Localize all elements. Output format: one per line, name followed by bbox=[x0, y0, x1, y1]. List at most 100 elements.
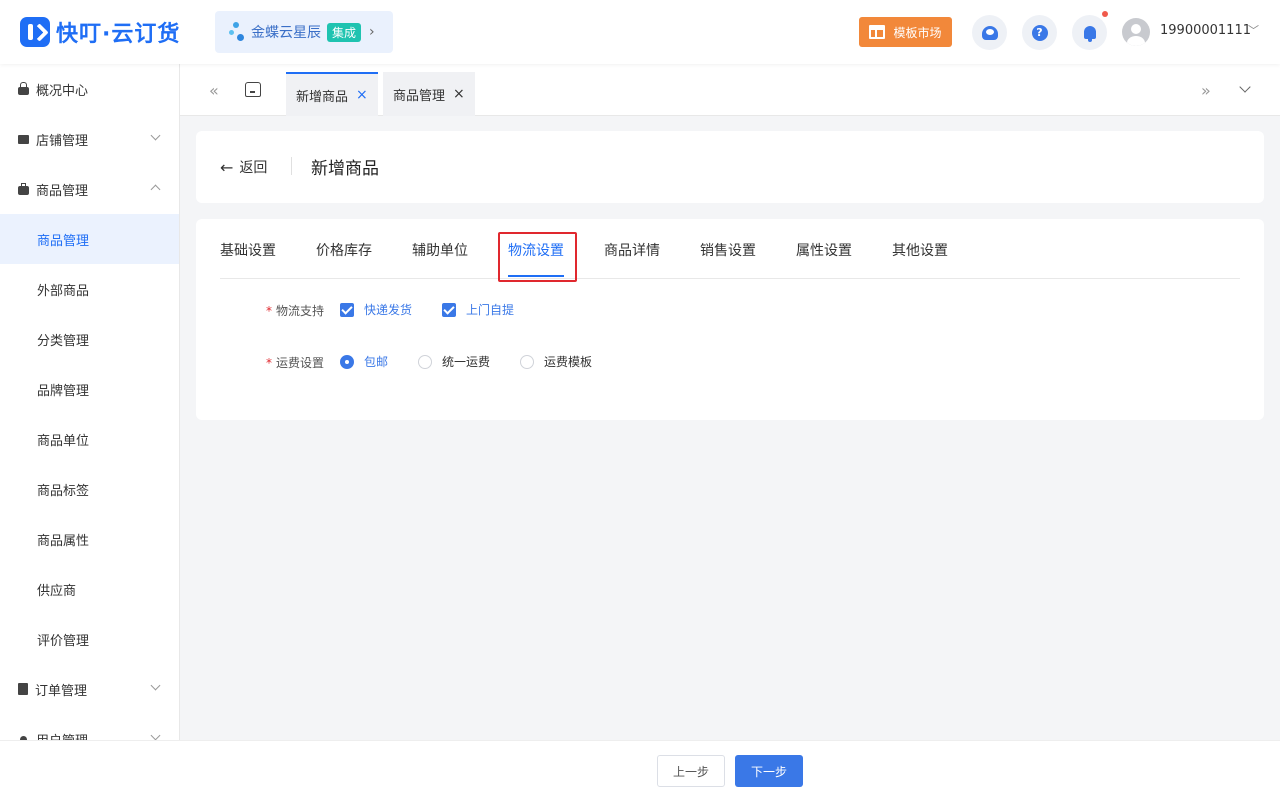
user-phone[interactable]: 19900001111 bbox=[1160, 23, 1251, 38]
bell-icon bbox=[1083, 26, 1096, 42]
tab-new-product[interactable]: 新增商品 × bbox=[286, 72, 378, 116]
chevron-down-icon[interactable]: ﹀ bbox=[1248, 22, 1259, 38]
page-header-card: ← 返回 新增商品 bbox=[196, 131, 1264, 203]
sidebar-item-product-management[interactable]: 商品管理 bbox=[0, 214, 179, 264]
radio-unselected-icon bbox=[520, 354, 534, 369]
chevron-down-icon bbox=[150, 130, 161, 141]
kingdee-integration-button[interactable]: 金蝶云星辰 集成 › bbox=[215, 11, 393, 53]
flat-rate-label: 统一运费 bbox=[442, 355, 491, 369]
tab-basic-settings[interactable]: 基础设置 bbox=[220, 240, 276, 260]
checkbox-checked-icon bbox=[340, 302, 354, 317]
tab-label: 商品管理 bbox=[393, 88, 446, 104]
store-icon bbox=[18, 134, 29, 144]
sidebar-item-label: 店铺管理 bbox=[36, 133, 89, 149]
sidebar-item-label: 商品管理 bbox=[36, 183, 89, 199]
tab-attribute-settings[interactable]: 属性设置 bbox=[796, 240, 852, 260]
sidebar-item-label: 商品属性 bbox=[37, 533, 90, 549]
home-icon[interactable] bbox=[245, 82, 261, 97]
logo-icon bbox=[20, 17, 50, 47]
notifications-button[interactable] bbox=[1072, 15, 1107, 50]
form-card: 基础设置 价格库存 辅助单位 物流设置 商品详情 销售设置 属性设置 其他设置 … bbox=[196, 219, 1264, 420]
sidebar-item-store[interactable]: 店铺管理 bbox=[0, 114, 179, 164]
sidebar-item-users[interactable]: 用户管理 bbox=[0, 714, 179, 740]
sidebar-item-label: 商品标签 bbox=[37, 483, 90, 499]
chevron-right-icon: › bbox=[369, 24, 375, 40]
sidebar-item-label: 外部商品 bbox=[37, 283, 90, 299]
lock-icon bbox=[18, 81, 29, 95]
arrow-left-icon: ← bbox=[220, 157, 234, 177]
logistics-support-label: * 物流支持 bbox=[265, 304, 324, 318]
sidebar: 概况中心 店铺管理 商品管理 商品管理 外部商品 分类管理 品牌管理 商品单位 … bbox=[0, 64, 180, 740]
sidebar-item-label: 概况中心 bbox=[36, 83, 89, 99]
tab-price-stock[interactable]: 价格库存 bbox=[316, 240, 372, 260]
notification-dot bbox=[1102, 11, 1108, 17]
sidebar-item-label: 订单管理 bbox=[35, 683, 88, 699]
tab-other-settings[interactable]: 其他设置 bbox=[892, 240, 948, 260]
shipping-template-label: 运费模板 bbox=[544, 355, 593, 369]
close-icon[interactable]: × bbox=[453, 86, 465, 102]
radio-unselected-icon bbox=[418, 354, 432, 369]
template-market-label: 模板市场 bbox=[893, 25, 942, 40]
tab-aux-units[interactable]: 辅助单位 bbox=[412, 240, 468, 260]
sidebar-item-tags[interactable]: 商品标签 bbox=[0, 464, 179, 514]
clipboard-icon bbox=[18, 683, 28, 695]
flat-rate-radio[interactable]: 统一运费 bbox=[418, 353, 490, 370]
sidebar-item-label: 商品单位 bbox=[37, 433, 90, 449]
checkbox-checked-icon bbox=[442, 302, 456, 317]
express-delivery-checkbox[interactable]: 快递发货 bbox=[340, 301, 412, 318]
sidebar-item-label: 用户管理 bbox=[36, 730, 88, 741]
avatar[interactable] bbox=[1122, 18, 1150, 46]
express-delivery-label: 快递发货 bbox=[364, 303, 413, 317]
back-label: 返回 bbox=[239, 160, 268, 176]
sidebar-item-attributes[interactable]: 商品属性 bbox=[0, 514, 179, 564]
top-header: 快叮·云订货 金蝶云星辰 集成 › 模板市场 ? 19900001111 ﹀ bbox=[0, 0, 1280, 64]
sidebar-item-overview[interactable]: 概况中心 bbox=[0, 64, 179, 114]
page-tabs-bar: « 新增商品 × 商品管理 × » bbox=[180, 64, 1280, 116]
free-shipping-radio[interactable]: 包邮 bbox=[340, 353, 388, 370]
previous-step-button[interactable]: 上一步 bbox=[657, 755, 725, 787]
sidebar-item-external-products[interactable]: 外部商品 bbox=[0, 264, 179, 314]
tab-product-details[interactable]: 商品详情 bbox=[604, 240, 660, 260]
sidebar-item-brands[interactable]: 品牌管理 bbox=[0, 364, 179, 414]
app-logo[interactable]: 快叮·云订货 bbox=[20, 16, 180, 48]
chevron-down-icon bbox=[150, 680, 161, 691]
free-shipping-label: 包邮 bbox=[364, 355, 389, 369]
shipping-template-radio[interactable]: 运费模板 bbox=[520, 353, 592, 370]
back-button[interactable]: ← 返回 bbox=[220, 157, 267, 177]
sidebar-item-products[interactable]: 商品管理 bbox=[0, 164, 179, 214]
customer-service-icon bbox=[981, 25, 998, 40]
template-market-button[interactable]: 模板市场 bbox=[859, 17, 952, 47]
chevron-down-icon bbox=[150, 730, 161, 740]
form-tabs: 基础设置 价格库存 辅助单位 物流设置 商品详情 销售设置 属性设置 其他设置 bbox=[220, 219, 1240, 279]
highlight-box bbox=[498, 232, 577, 282]
sidebar-item-units[interactable]: 商品单位 bbox=[0, 414, 179, 464]
bag-icon bbox=[18, 182, 29, 195]
kingdee-logo-icon bbox=[229, 22, 247, 42]
sidebar-item-label: 品牌管理 bbox=[37, 383, 90, 399]
help-button[interactable]: ? bbox=[1022, 15, 1057, 50]
tab-sales-settings[interactable]: 销售设置 bbox=[700, 240, 756, 260]
close-icon[interactable]: × bbox=[356, 87, 368, 103]
divider bbox=[291, 157, 292, 175]
sidebar-item-suppliers[interactable]: 供应商 bbox=[0, 564, 179, 614]
footer-bar: 上一步 下一步 bbox=[0, 740, 1280, 800]
tab-product-management[interactable]: 商品管理 × bbox=[383, 72, 475, 116]
chevron-down-icon[interactable] bbox=[1239, 81, 1251, 93]
logistics-support-row: * 物流支持 快递发货 上门自提 bbox=[196, 299, 1264, 323]
help-icon: ? bbox=[1031, 24, 1048, 41]
sidebar-item-label: 商品管理 bbox=[37, 233, 90, 249]
logo-text: 快叮·云订货 bbox=[56, 22, 181, 47]
shipping-fee-row: * 运费设置 包邮 统一运费 运费模板 bbox=[196, 351, 1264, 375]
sidebar-item-categories[interactable]: 分类管理 bbox=[0, 314, 179, 364]
next-step-button[interactable]: 下一步 bbox=[735, 755, 803, 787]
template-icon bbox=[869, 25, 886, 39]
self-pickup-checkbox[interactable]: 上门自提 bbox=[442, 301, 514, 318]
customer-service-button[interactable] bbox=[972, 15, 1007, 50]
sidebar-item-label: 供应商 bbox=[37, 583, 77, 599]
radio-selected-icon bbox=[340, 354, 354, 369]
double-chevron-right-icon[interactable]: » bbox=[1201, 81, 1211, 100]
sidebar-item-reviews[interactable]: 评价管理 bbox=[0, 614, 179, 664]
sidebar-item-label: 评价管理 bbox=[37, 633, 90, 649]
sidebar-item-orders[interactable]: 订单管理 bbox=[0, 664, 179, 714]
double-chevron-left-icon[interactable]: « bbox=[209, 81, 219, 100]
